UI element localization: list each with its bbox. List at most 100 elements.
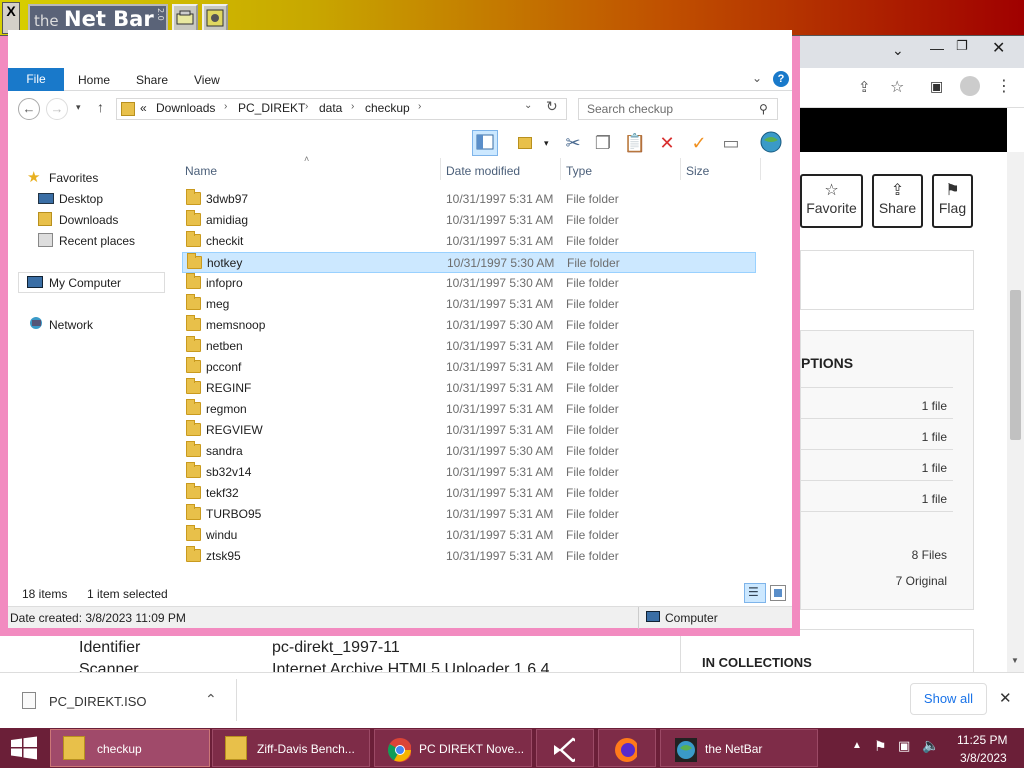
chevron-right-icon[interactable]: ›	[351, 101, 354, 112]
nav-item-my-computer[interactable]: My Computer	[18, 272, 165, 293]
taskbar-item-netbar[interactable]: the NetBar	[660, 729, 818, 767]
table-row[interactable]: checkit 10/31/1997 5:31 AM File folder	[182, 231, 756, 252]
folder-options-button[interactable]	[512, 130, 538, 156]
chevron-right-icon[interactable]: ›	[418, 101, 421, 112]
taskbar-item-checkup[interactable]: checkup	[50, 729, 210, 767]
large-icons-view-button[interactable]	[770, 585, 786, 601]
column-date-modified[interactable]: Date modified	[446, 164, 520, 178]
details-view-button[interactable]: ☰	[744, 583, 766, 603]
expand-ribbon-icon[interactable]: ⌄	[752, 71, 762, 85]
taskbar-item-ziff-davis[interactable]: Ziff-Davis Bench...	[212, 729, 370, 767]
volume-icon[interactable]: 🔈	[922, 737, 939, 754]
table-row[interactable]: windu 10/31/1997 5:31 AM File folder	[182, 525, 756, 546]
taskbar-item-chrome[interactable]: PC DIREKT Nove...	[374, 729, 532, 767]
tab-view[interactable]: View	[194, 73, 220, 87]
table-row[interactable]: 3dwb97 10/31/1997 5:31 AM File folder	[182, 189, 756, 210]
breadcrumb-checkup[interactable]: checkup	[365, 101, 410, 115]
share-page-icon[interactable]: ⇪	[858, 78, 871, 96]
column-divider[interactable]	[440, 158, 441, 180]
nav-network[interactable]: Network	[49, 318, 93, 332]
action-center-flag-icon[interactable]: ⚑	[874, 738, 887, 755]
show-all-button[interactable]: Show all	[910, 683, 987, 715]
chevron-up-icon[interactable]: ⌃	[205, 691, 217, 708]
column-size[interactable]: Size	[686, 164, 709, 178]
restore-icon[interactable]: ❐	[956, 38, 968, 54]
netbar-tools-button[interactable]	[202, 4, 228, 32]
share-button[interactable]: ⇪ Share	[872, 174, 923, 228]
profile-avatar[interactable]	[960, 76, 980, 96]
file-count[interactable]: 1 file	[901, 492, 947, 506]
browser-close-icon[interactable]: ✕	[992, 38, 1005, 58]
start-button[interactable]	[10, 736, 38, 760]
total-files[interactable]: 8 Files	[861, 548, 947, 562]
nav-favorites[interactable]: Favorites	[49, 171, 98, 185]
taskbar-item-visual-studio[interactable]	[536, 729, 594, 767]
breadcrumb-data[interactable]: data	[319, 101, 342, 115]
refresh-icon[interactable]: ↻	[546, 98, 558, 115]
table-row[interactable]: pcconf 10/31/1997 5:31 AM File folder	[182, 357, 756, 378]
recent-locations-icon[interactable]: ▾	[76, 102, 81, 113]
flag-button[interactable]: ⚑ Flag	[932, 174, 973, 228]
nav-recent-places[interactable]: Recent places	[59, 234, 135, 248]
minimize-icon[interactable]: —	[930, 40, 944, 56]
delete-button[interactable]: ✕	[654, 130, 680, 156]
column-type[interactable]: Type	[566, 164, 592, 178]
breadcrumb-pc-direkt[interactable]: PC_DIREKT	[238, 101, 305, 115]
bookmark-star-icon[interactable]: ☆	[890, 77, 904, 97]
chevron-down-icon[interactable]: ⌄	[892, 42, 904, 59]
preview-pane-button[interactable]	[472, 130, 498, 156]
file-count[interactable]: 1 file	[901, 430, 947, 444]
favorite-button[interactable]: ☆ Favorite	[800, 174, 863, 228]
table-row[interactable]: TURBO95 10/31/1997 5:31 AM File folder	[182, 504, 756, 525]
rename-button[interactable]: ▭	[718, 130, 744, 156]
table-row[interactable]: netben 10/31/1997 5:31 AM File folder	[182, 336, 756, 357]
back-button[interactable]: ←	[18, 98, 40, 120]
cut-button[interactable]: ✂	[560, 130, 586, 156]
file-count[interactable]: 1 file	[901, 461, 947, 475]
table-row[interactable]: ztsk95 10/31/1997 5:31 AM File folder	[182, 546, 756, 567]
network-status-icon[interactable]: ▣	[898, 738, 910, 754]
sidepanel-icon[interactable]: ▣	[930, 78, 943, 95]
breadcrumb-downloads[interactable]: Downloads	[156, 101, 215, 115]
table-row[interactable]: tekf32 10/31/1997 5:31 AM File folder	[182, 483, 756, 504]
table-row[interactable]: amidiag 10/31/1997 5:31 AM File folder	[182, 210, 756, 231]
menu-icon[interactable]: ⋮	[996, 76, 1012, 96]
breadcrumb-overflow[interactable]: «	[140, 101, 147, 115]
table-row[interactable]: memsnoop 10/31/1997 5:30 AM File folder	[182, 315, 756, 336]
up-icon[interactable]: ↑	[97, 99, 104, 115]
table-row[interactable]: meg 10/31/1997 5:31 AM File folder	[182, 294, 756, 315]
column-divider[interactable]	[680, 158, 681, 180]
table-row[interactable]: sb32v14 10/31/1997 5:31 AM File folder	[182, 462, 756, 483]
column-divider[interactable]	[560, 158, 561, 180]
table-row[interactable]: REGINF 10/31/1997 5:31 AM File folder	[182, 378, 756, 399]
table-row[interactable]: sandra 10/31/1997 5:30 AM File folder	[182, 441, 756, 462]
copy-button[interactable]: ❐	[590, 130, 616, 156]
clock-date[interactable]: 3/8/2023	[960, 751, 1007, 765]
chevron-right-icon[interactable]: ›	[224, 101, 227, 112]
download-filename[interactable]: PC_DIREKT.ISO	[49, 694, 147, 709]
table-row[interactable]: infopro 10/31/1997 5:30 AM File folder	[182, 273, 756, 294]
nav-desktop[interactable]: Desktop	[59, 192, 103, 206]
folder-options-dropdown-icon[interactable]: ▾	[544, 138, 549, 149]
scroll-down-icon[interactable]: ▼	[1011, 656, 1019, 665]
column-name[interactable]: Name	[185, 164, 217, 178]
netbar-drive-button[interactable]	[172, 4, 198, 32]
column-divider[interactable]	[760, 158, 761, 180]
table-row[interactable]: REGVIEW 10/31/1997 5:31 AM File folder	[182, 420, 756, 441]
show-hidden-icons-icon[interactable]: ▲	[852, 740, 862, 751]
chevron-right-icon[interactable]: ›	[305, 101, 308, 112]
checkmark-button[interactable]: ✓	[686, 130, 712, 156]
help-icon[interactable]: ?	[773, 71, 789, 87]
tab-home[interactable]: Home	[78, 73, 110, 87]
table-row[interactable]: hotkey 10/31/1997 5:30 AM File folder	[182, 252, 756, 273]
forward-button[interactable]: →	[46, 98, 68, 120]
taskbar-item-firefox[interactable]	[598, 729, 656, 767]
paste-button[interactable]: 📋	[622, 130, 648, 156]
scrollbar-thumb[interactable]	[1010, 290, 1021, 440]
globe-button[interactable]	[758, 130, 784, 156]
close-download-bar-icon[interactable]: ✕	[999, 689, 1012, 707]
original-files[interactable]: 7 Original	[861, 574, 947, 588]
tab-file[interactable]: File	[8, 68, 64, 91]
clock-time[interactable]: 11:25 PM	[957, 733, 1007, 747]
file-count[interactable]: 1 file	[901, 399, 947, 413]
